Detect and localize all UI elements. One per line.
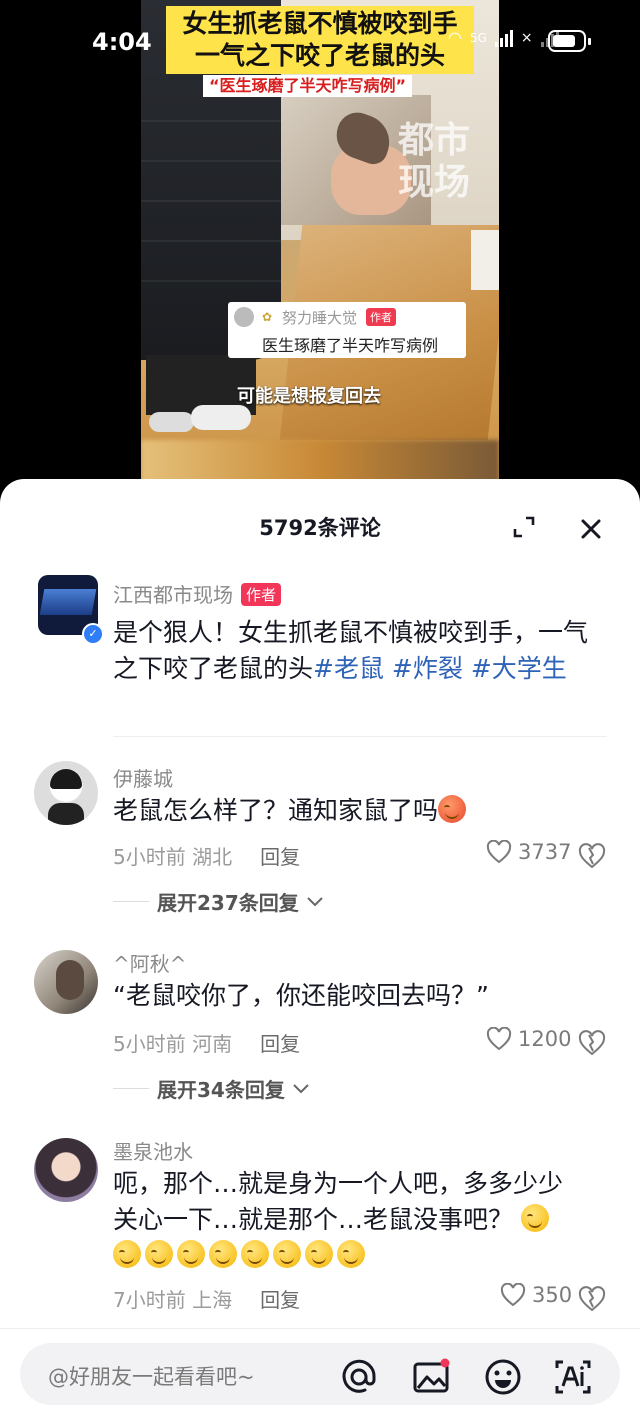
like-count: 350: [532, 1283, 573, 1307]
smirk-emoji-icon: [241, 1240, 269, 1268]
comment-username[interactable]: 墨泉池水: [113, 1136, 193, 1165]
headline-line-2: 一气之下咬了老鼠的头: [194, 41, 445, 70]
like-button[interactable]: 350: [500, 1283, 572, 1307]
like-button[interactable]: 1200: [486, 1027, 571, 1051]
comment-username[interactable]: ^阿秋^: [113, 948, 187, 977]
chevron-down-icon: [307, 896, 323, 906]
comment-username[interactable]: 伊藤城: [113, 763, 173, 792]
comments-sheet: 5792条评论 ✓ 江西都市现场 作者 是个狠人！女生抓老鼠不慎被咬到手，一气之下…: [0, 479, 640, 1422]
sticker-name: 努力睡大觉: [282, 309, 358, 327]
avatar[interactable]: [34, 761, 98, 825]
comment-sticker: ✿ 努力睡大觉 作者 医生琢磨了半天咋写病例: [228, 302, 466, 358]
image-icon[interactable]: [412, 1358, 450, 1396]
network-type: 5G: [469, 30, 487, 45]
like-button[interactable]: 3737: [486, 840, 571, 864]
dislike-icon[interactable]: [578, 1285, 606, 1313]
hashtag-link[interactable]: #老鼠: [313, 654, 384, 683]
like-count: 1200: [518, 1027, 572, 1051]
avatar[interactable]: [34, 1138, 98, 1202]
smirk-emoji-icon: [520, 1204, 549, 1232]
comment-text: 老鼠怎么样了？通知家鼠了吗: [113, 793, 611, 829]
smirk-emoji-icon: [337, 1240, 365, 1268]
reply-button[interactable]: 回复: [260, 1288, 300, 1312]
comment-username[interactable]: 江西都市现场 作者: [113, 579, 282, 608]
divider: [113, 736, 607, 737]
smirk-emoji-icon: [177, 1240, 205, 1268]
emoji-row: [113, 1238, 611, 1274]
expand-replies-button[interactable]: 展开34条回复: [113, 1074, 311, 1103]
video-headline: 女生抓老鼠不慎被咬到手 一气之下咬了老鼠的头: [166, 6, 474, 74]
smirk-emoji-icon: [305, 1240, 333, 1268]
verified-icon: ✓: [82, 623, 104, 645]
sticker-avatar: [234, 307, 254, 327]
close-icon[interactable]: [578, 516, 604, 542]
avatar[interactable]: [34, 950, 98, 1014]
expand-icon[interactable]: [512, 515, 536, 539]
comment-meta: 7小时前 上海 回复: [113, 1288, 301, 1312]
battery-icon: [548, 30, 591, 52]
comment-text: 呃，那个…就是身为一个人吧，多多少少 关心一下…就是那个…老鼠没事吧？: [113, 1166, 611, 1274]
comment-input-bar: @好朋友一起看看吧~: [0, 1328, 640, 1423]
video-player[interactable]: 女生抓老鼠不慎被咬到手 一气之下咬了老鼠的头 “医生琢磨了半天咋写病例” 都市 …: [0, 0, 640, 500]
hashtag-link[interactable]: #大学生: [471, 654, 567, 683]
dislike-icon[interactable]: [578, 1029, 606, 1057]
emoji-icon[interactable]: [484, 1358, 522, 1396]
heart-icon: [486, 1027, 512, 1051]
video-caption: 可能是想报复回去: [237, 386, 381, 407]
dislike-icon[interactable]: [578, 842, 606, 870]
author-tag: 作者: [241, 583, 282, 606]
sticker-author-tag: 作者: [366, 308, 396, 326]
chevron-down-icon: [293, 1083, 309, 1093]
heart-icon: [486, 840, 512, 864]
sticker-text: 医生琢磨了半天咋写病例: [262, 336, 439, 355]
wifi-icon: ◠: [448, 28, 462, 47]
signal-icon: [494, 29, 513, 47]
headline-line-1: 女生抓老鼠不慎被咬到手: [182, 9, 458, 38]
comment-meta: 5小时前 湖北 回复: [113, 845, 301, 869]
reply-button[interactable]: 回复: [260, 1032, 300, 1056]
comment-input-placeholder[interactable]: @好朋友一起看看吧~: [48, 1361, 255, 1391]
smirk-emoji-icon: [113, 1240, 141, 1268]
status-time: 4:04: [92, 28, 152, 56]
mention-icon[interactable]: [340, 1358, 378, 1396]
hashtag-link[interactable]: #炸裂: [392, 654, 463, 683]
status-icons: ◠ 5G ×: [448, 28, 559, 47]
comment-text: “老鼠咬你了，你还能咬回去吗？”: [113, 981, 489, 1010]
reply-button[interactable]: 回复: [260, 845, 300, 869]
smirk-emoji-icon: [209, 1240, 237, 1268]
comment-text: 是个狠人！女生抓老鼠不慎被咬到手，一气之下咬了老鼠的头#老鼠 #炸裂 #大学生: [113, 618, 589, 683]
ai-icon[interactable]: [554, 1358, 592, 1396]
like-count: 3737: [518, 840, 572, 864]
flower-icon: ✿: [262, 310, 273, 324]
angry-emoji-icon: [438, 795, 467, 823]
video-watermark: 都市 现场: [398, 120, 471, 203]
no-sim-icon: ×: [520, 29, 533, 46]
video-subheadline: “医生琢磨了半天咋写病例”: [203, 75, 413, 97]
heart-icon: [500, 1283, 526, 1307]
expand-replies-button[interactable]: 展开237条回复: [113, 887, 325, 916]
smirk-emoji-icon: [273, 1240, 301, 1268]
smirk-emoji-icon: [145, 1240, 173, 1268]
comment-meta: 5小时前 河南 回复: [113, 1032, 301, 1056]
comments-count-title: 5792条评论: [259, 516, 381, 540]
